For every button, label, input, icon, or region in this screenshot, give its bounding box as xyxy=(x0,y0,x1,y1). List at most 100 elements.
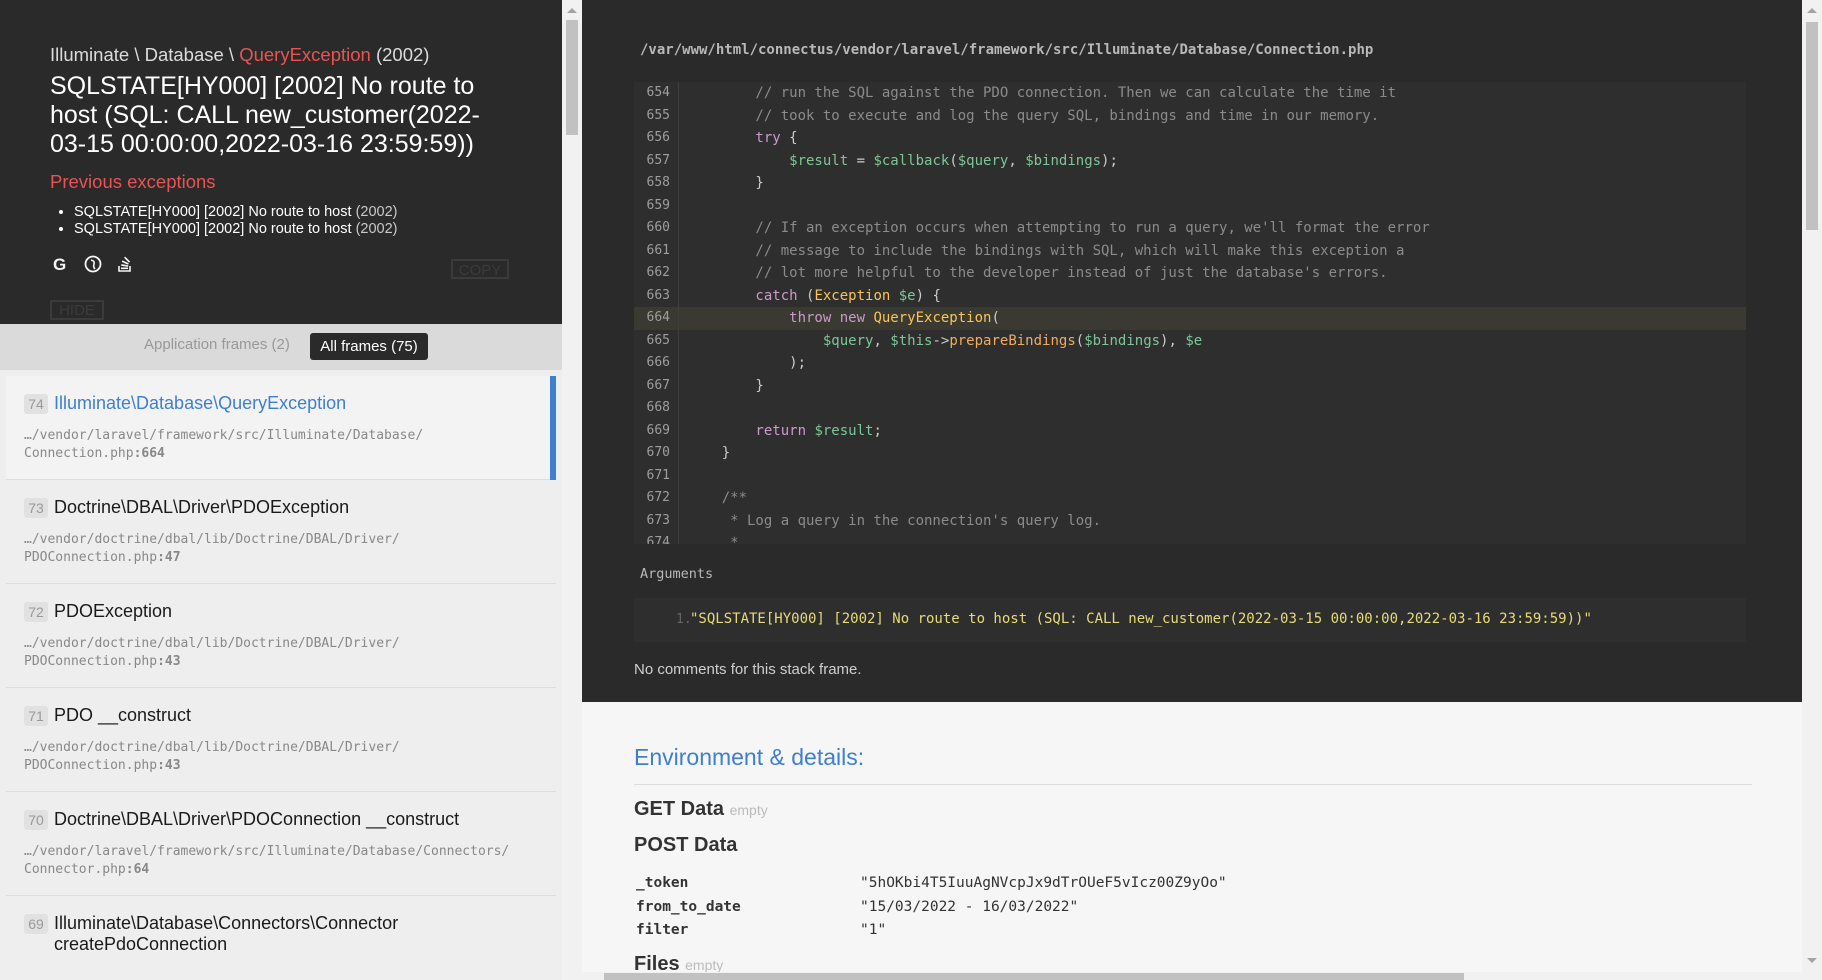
tab-application-frames[interactable]: Application frames (2) xyxy=(144,336,290,353)
code-line: } xyxy=(688,377,764,394)
stack-frame[interactable]: 73 Doctrine\DBAL\Driver\PDOException …/v… xyxy=(6,480,556,584)
previous-exception-item: SQLSTATE[HY000] [2002] No route to host … xyxy=(74,221,397,238)
stack-frame[interactable]: 71 PDO __construct …/vendor/doctrine/dba… xyxy=(6,688,556,792)
frame-index: 72 xyxy=(24,602,48,622)
horizontal-scrollbar-thumb[interactable] xyxy=(604,973,1464,980)
code-line: // run the SQL against the PDO connectio… xyxy=(688,85,1397,101)
right-panel: /var/www/html/connectus/vendor/laravel/f… xyxy=(582,0,1802,980)
scroll-down-arrow-icon[interactable] xyxy=(1807,958,1817,963)
post-value: "1" xyxy=(860,922,887,938)
line-number: 654 xyxy=(646,85,670,100)
copy-button[interactable]: COPY xyxy=(451,259,509,279)
line-number: 656 xyxy=(646,130,670,145)
code-line: // message to include the bindings with … xyxy=(688,242,1405,259)
exception-class: Illuminate \ Database \ QueryException (… xyxy=(50,44,429,66)
line-number-gutter: 654 655 656 657 658 659 660 661 662 663 … xyxy=(634,82,679,544)
previous-exception-item: SQLSTATE[HY000] [2002] No route to host … xyxy=(74,204,397,221)
code-line: /** xyxy=(688,490,748,506)
line-number: 669 xyxy=(646,422,670,438)
post-key: from_to_date xyxy=(636,899,741,915)
previous-exceptions-title: Previous exceptions xyxy=(50,171,216,192)
line-number: 659 xyxy=(646,197,670,213)
code-line: // lot more helpful to the developer ins… xyxy=(688,265,1388,281)
get-data-section: GET Data empty xyxy=(634,798,768,820)
post-value: "5hOKbi4T5IuuAgNVcpJx9dTrOUeF5vIcz00Z9yO… xyxy=(860,875,1227,891)
details-title: Environment & details: xyxy=(634,744,865,770)
code-frame-panel: /var/www/html/connectus/vendor/laravel/f… xyxy=(582,0,1802,702)
line-number: 661 xyxy=(646,242,670,258)
exception-message: SQLSTATE[HY000] [2002] No route to host … xyxy=(50,72,480,158)
tab-all-frames[interactable]: All frames (75) xyxy=(310,333,428,360)
duckduckgo-search-icon[interactable] xyxy=(83,254,103,274)
line-number: 667 xyxy=(646,377,670,393)
left-scrollbar-thumb[interactable] xyxy=(566,20,578,135)
frame-class: PDO __construct xyxy=(54,705,192,725)
line-number: 673 xyxy=(646,512,670,528)
exception-namespace: Illuminate \ Database \ xyxy=(50,44,235,65)
code-line: } xyxy=(688,445,731,461)
frame-file: …/vendor/doctrine/dbal/lib/Doctrine/DBAL… xyxy=(24,532,400,565)
stack-frame[interactable]: 69 Illuminate\Database\Connectors\Connec… xyxy=(6,896,556,980)
horizontal-scrollbar[interactable] xyxy=(582,972,1802,980)
google-search-icon[interactable]: G xyxy=(50,254,70,274)
line-number: 663 xyxy=(646,287,670,303)
stack-frame[interactable]: 74 Illuminate\Database\QueryException …/… xyxy=(6,376,556,480)
scroll-up-arrow-icon[interactable] xyxy=(567,8,577,13)
line-number: 665 xyxy=(646,332,670,348)
scroll-up-arrow-icon[interactable] xyxy=(1807,8,1817,13)
right-scrollbar[interactable] xyxy=(1802,0,1822,980)
line-number: 668 xyxy=(646,400,670,415)
empty-label: empty xyxy=(685,957,724,973)
line-number: 670 xyxy=(646,445,670,460)
stack-frame[interactable]: 70 Doctrine\DBAL\Driver\PDOConnection __… xyxy=(6,792,556,896)
frame-index: 71 xyxy=(24,706,48,726)
code-line: ); xyxy=(688,355,807,371)
line-number: 662 xyxy=(646,265,670,280)
argument-value: "SQLSTATE[HY000] [2002] No route to host… xyxy=(690,611,1592,627)
frame-file: …/vendor/laravel/framework/src/Illuminat… xyxy=(24,428,424,461)
line-number: 672 xyxy=(646,490,670,505)
arguments-label: Arguments xyxy=(640,566,714,582)
frame-index: 70 xyxy=(24,810,48,830)
line-number: 658 xyxy=(646,175,670,190)
frame-file: …/vendor/doctrine/dbal/lib/Doctrine/DBAL… xyxy=(24,740,400,773)
frame-file: …/vendor/laravel/framework/src/Illuminat… xyxy=(24,844,510,877)
post-data-section: POST Data xyxy=(634,834,738,856)
code-line: * Log a query in the connection's query … xyxy=(688,512,1102,529)
exception-header: Illuminate \ Database \ QueryException (… xyxy=(0,0,562,324)
frame-class: Doctrine\DBAL\Driver\PDOConnection __con… xyxy=(54,809,460,829)
post-value: "15/03/2022 - 16/03/2022" xyxy=(860,899,1079,915)
hide-button[interactable]: HIDE xyxy=(50,300,104,320)
code-line-highlighted: throw new QueryException( xyxy=(634,307,1746,330)
frame-index: 74 xyxy=(24,394,48,414)
code-line: } xyxy=(688,175,764,191)
frame-file: …/vendor/doctrine/dbal/lib/Doctrine/DBAL… xyxy=(24,636,400,669)
code-line: return $result; xyxy=(688,422,882,439)
left-scrollbar[interactable] xyxy=(562,0,582,980)
right-scrollbar-thumb[interactable] xyxy=(1806,22,1818,230)
line-number: 671 xyxy=(646,467,670,483)
arguments-box: 1. "SQLSTATE[HY000] [2002] No route to h… xyxy=(634,598,1746,642)
code-line: $query, $this->prepareBindings($bindings… xyxy=(688,332,1203,349)
exception-class-name: QueryException xyxy=(239,44,371,65)
previous-exceptions-list: SQLSTATE[HY000] [2002] No route to host … xyxy=(58,204,397,238)
divider xyxy=(634,784,1752,785)
empty-label: empty xyxy=(729,802,768,818)
code-file-path[interactable]: /var/www/html/connectus/vendor/laravel/f… xyxy=(640,42,1373,58)
line-number: 664 xyxy=(646,310,670,325)
post-key: _token xyxy=(636,875,689,891)
code-line: $result = $callback($query, $bindings); xyxy=(688,152,1118,169)
frame-class: Doctrine\DBAL\Driver\PDOException xyxy=(54,497,350,517)
frame-class: Illuminate\Database\QueryException xyxy=(54,393,347,413)
line-number: 674 xyxy=(646,535,670,544)
svg-text:G: G xyxy=(53,255,66,273)
code-line: * xyxy=(688,535,739,544)
environment-details: Environment & details: GET Data empty PO… xyxy=(582,702,1802,980)
stackoverflow-search-icon[interactable] xyxy=(115,254,135,274)
code-line: // took to execute and log the query SQL… xyxy=(688,107,1380,124)
code-line: // If an exception occurs when attemptin… xyxy=(688,220,1430,236)
stack-frame[interactable]: 72 PDOException …/vendor/doctrine/dbal/l… xyxy=(6,584,556,688)
frame-index: 69 xyxy=(24,914,48,934)
